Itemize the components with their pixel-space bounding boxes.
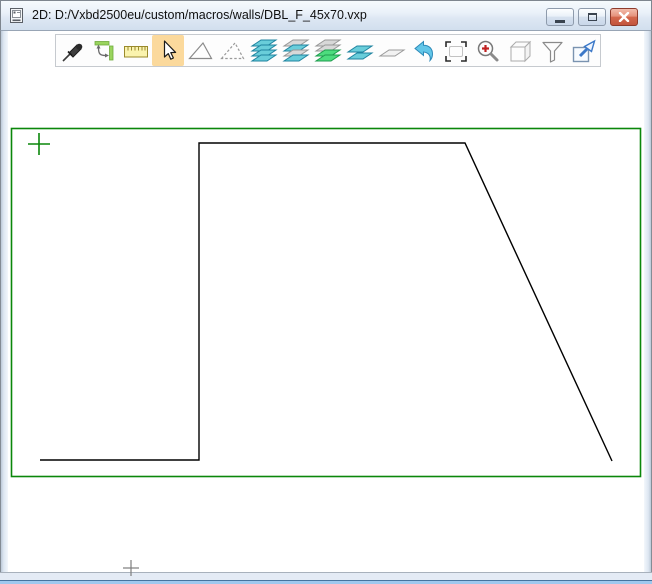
layers-pair-tool[interactable] (344, 35, 376, 66)
pushpin-icon (59, 38, 85, 64)
window-frame-bottom (0, 572, 652, 580)
layers-alternate-tool[interactable] (280, 35, 312, 66)
window-frame-blue-band (0, 580, 652, 584)
layer-single-tool[interactable] (376, 35, 408, 66)
maximize-button[interactable] (578, 8, 606, 26)
zoom-in-icon (475, 38, 501, 64)
layers-stack-green-icon (314, 38, 342, 64)
layers-stack-cyan-icon (250, 38, 278, 64)
titlebar[interactable]: 2D: D:/Vxbd2500eu/custom/macros/walls/DB… (0, 1, 652, 31)
dimension-arrow-icon (91, 38, 117, 64)
close-icon (618, 12, 630, 22)
zoom-in-tool[interactable] (472, 35, 504, 66)
dimension-tool[interactable] (88, 35, 120, 66)
layers-stack-mixed-icon (282, 38, 310, 64)
zoom-extents-tool[interactable] (440, 35, 472, 66)
window-title: 2D: D:/Vxbd2500eu/custom/macros/walls/DB… (32, 8, 367, 22)
minimize-icon (555, 20, 565, 23)
cube-icon (507, 38, 533, 64)
layers-two-cyan-icon (346, 38, 374, 64)
minimize-button[interactable] (546, 8, 574, 26)
export-view-tool[interactable] (568, 35, 600, 66)
polygon-tool[interactable] (184, 35, 216, 66)
drawing-viewport[interactable] (8, 31, 644, 572)
triangle-dashed-icon (219, 38, 245, 64)
2d-document-icon (9, 8, 25, 24)
undo-arrow-icon (411, 38, 437, 64)
window-controls (546, 8, 638, 26)
funnel-icon (539, 38, 565, 64)
app-window: 2D: D:/Vxbd2500eu/custom/macros/walls/DB… (0, 0, 652, 584)
select-tool[interactable] (152, 35, 184, 66)
toolbar (55, 34, 601, 67)
triangle-outline-icon (187, 38, 213, 64)
maximize-icon (588, 13, 597, 21)
ruler-tool[interactable] (120, 35, 152, 66)
ruler-icon (122, 38, 150, 64)
zoom-extents-icon (443, 38, 469, 64)
solid-view-tool[interactable] (504, 35, 536, 66)
filter-tool[interactable] (536, 35, 568, 66)
cursor-arrow-icon (155, 38, 181, 64)
window-frame-left (0, 31, 8, 580)
layers-active-tool[interactable] (312, 35, 344, 66)
layers-all-tool[interactable] (248, 35, 280, 66)
window-frame-right (644, 31, 652, 580)
pin-tool[interactable] (56, 35, 88, 66)
layer-single-icon (378, 38, 406, 64)
undo-tool[interactable] (408, 35, 440, 66)
polygon-ghost-tool[interactable] (216, 35, 248, 66)
export-arrow-icon (571, 38, 597, 64)
close-button[interactable] (610, 8, 638, 26)
